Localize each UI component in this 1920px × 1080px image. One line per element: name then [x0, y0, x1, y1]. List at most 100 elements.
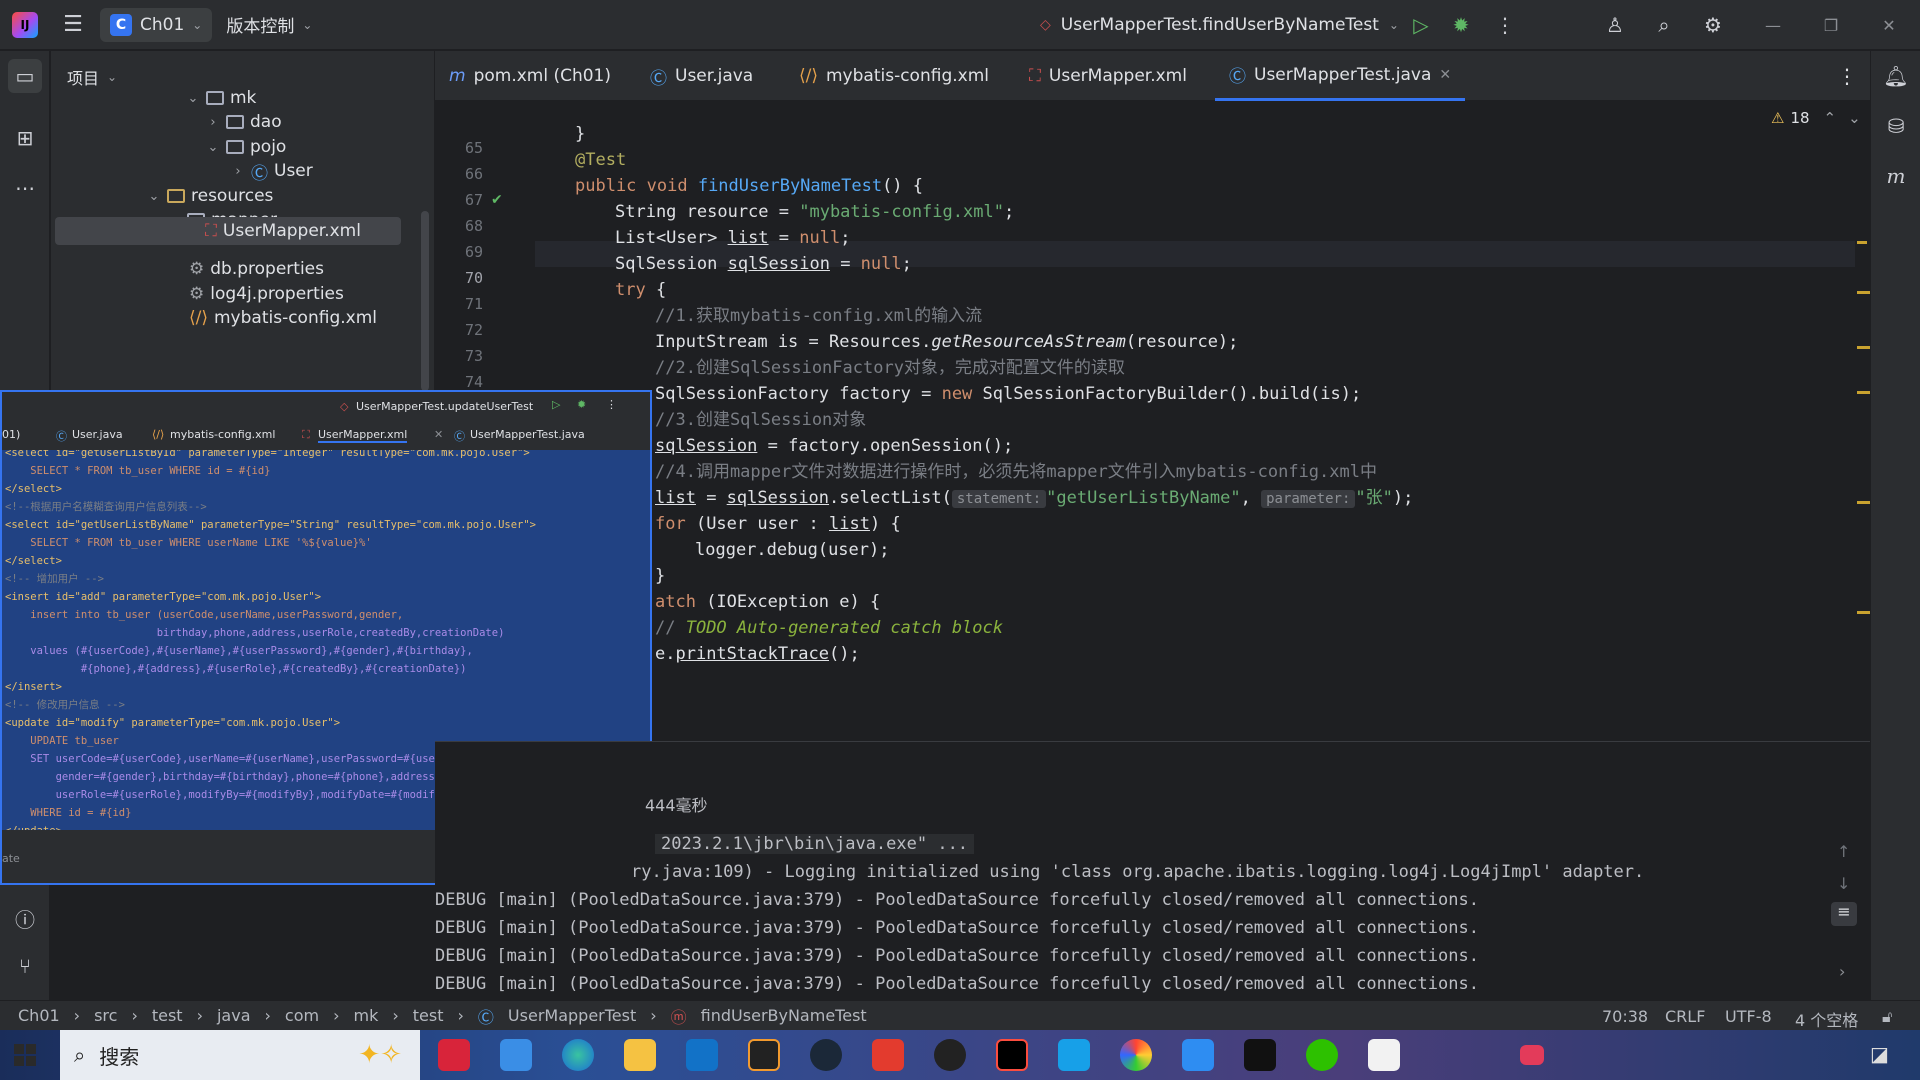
maven-icon[interactable]: m	[1879, 159, 1913, 193]
warning-count: 18	[1790, 109, 1810, 127]
minimize-icon[interactable]: —	[1760, 12, 1786, 38]
popup-tab[interactable]: UserMapperTest.java	[470, 428, 585, 441]
project-selector[interactable]: C Ch01 ⌄	[100, 7, 213, 42]
tab-usermapper-xml[interactable]: ⛶ UserMapper.xml	[1029, 51, 1187, 101]
popup-run-config[interactable]: UserMapperTest.updateUserTest	[356, 400, 533, 413]
structure-icon[interactable]: ⊞	[8, 121, 42, 155]
package-icon	[206, 91, 224, 105]
tree-item-usermapper-xml[interactable]: ⛶ UserMapper.xml	[55, 217, 401, 245]
database-icon[interactable]: ⛁	[1879, 109, 1913, 143]
qq-icon[interactable]	[934, 1039, 966, 1071]
class-icon: Ⓒ	[1229, 67, 1246, 87]
wps-icon[interactable]	[872, 1039, 904, 1071]
log-line: DEBUG [main] (PooledDataSource.java:379)…	[435, 918, 1479, 938]
chevron-right-icon[interactable]: ›	[1839, 962, 1845, 981]
tiktok-icon[interactable]	[1244, 1039, 1276, 1071]
line-separator[interactable]: CRLF	[1665, 1007, 1705, 1026]
class-icon: Ⓒ	[56, 430, 67, 443]
app-icon[interactable]	[1368, 1039, 1400, 1071]
file-explorer-icon[interactable]	[624, 1039, 656, 1071]
inspection-widget[interactable]: ⚠ 18 ⌃ ⌄	[1771, 109, 1861, 127]
debug-icon[interactable]: ✹	[1448, 12, 1474, 38]
indent-setting[interactable]: 4 个空格	[1795, 1007, 1858, 1031]
app-icon[interactable]	[1120, 1039, 1152, 1071]
outlook-icon[interactable]	[686, 1039, 718, 1071]
popup-footer: ate	[2, 852, 20, 865]
close-tab-icon[interactable]: ✕	[1439, 67, 1451, 83]
tab-pom-xml[interactable]: m pom.xml (Ch01)	[449, 51, 611, 101]
tab-mybatis-config[interactable]: ⟨/⟩ mybatis-config.xml	[799, 51, 989, 101]
tree-item-user[interactable]: › Ⓒ User	[231, 157, 312, 185]
properties-icon: ⚙	[189, 284, 205, 304]
add-user-icon[interactable]: ♙	[1602, 12, 1628, 38]
breadcrumb-item[interactable]: UserMapperTest	[508, 1006, 636, 1025]
intellij-icon[interactable]	[996, 1039, 1028, 1071]
caret-position[interactable]: 70:38	[1602, 1007, 1648, 1026]
popup-tab[interactable]: 01)	[2, 428, 20, 441]
resources-folder-icon	[167, 189, 185, 203]
popup-tab[interactable]: mybatis-config.xml	[170, 428, 275, 441]
debug-icon[interactable]: ✹	[577, 398, 586, 411]
tabs-more-icon[interactable]: ⋮	[1837, 51, 1857, 101]
notification-center-icon[interactable]: ◪	[1870, 1042, 1889, 1066]
project-panel-header[interactable]: 项目 ⌄	[67, 65, 117, 89]
notifications-icon[interactable]: 🔔︎	[1879, 59, 1913, 93]
code-editor[interactable]: } @Test public void findUserByNameTest()…	[575, 101, 1775, 691]
app-icon[interactable]	[1182, 1039, 1214, 1071]
breadcrumb-item[interactable]: com	[285, 1006, 319, 1025]
breadcrumb-item[interactable]: test	[413, 1006, 444, 1025]
maximize-icon[interactable]: ❐	[1818, 12, 1844, 38]
wechat-icon[interactable]	[1306, 1039, 1338, 1071]
scroll-down-icon[interactable]: ↓	[1837, 874, 1850, 893]
tree-item-db-properties[interactable]: ⚙ db.properties	[189, 255, 324, 283]
popup-tab[interactable]: User.java	[72, 428, 123, 441]
breadcrumb-item[interactable]: src	[94, 1006, 117, 1025]
file-encoding[interactable]: UTF-8	[1725, 1007, 1772, 1026]
lock-icon[interactable]: 🔓︎	[1882, 1007, 1892, 1027]
start-icon[interactable]	[14, 1044, 36, 1066]
git-icon[interactable]: ⑂	[8, 949, 42, 983]
tree-item-dao[interactable]: › dao	[206, 108, 281, 136]
run-icon[interactable]: ▷	[552, 398, 560, 411]
tree-item-mybatis-config[interactable]: ⟨/⟩ mybatis-config.xml	[189, 304, 377, 332]
problems-icon[interactable]: ⓘ	[8, 901, 42, 935]
scroll-up-icon[interactable]: ↑	[1837, 842, 1850, 861]
breadcrumb-item[interactable]: mk	[354, 1006, 379, 1025]
close-tab-icon[interactable]: ✕	[434, 428, 443, 441]
close-window-icon[interactable]: ✕	[1876, 12, 1902, 38]
breadcrumb-item[interactable]: java	[217, 1006, 251, 1025]
tab-user-java[interactable]: Ⓒ User.java	[650, 51, 753, 101]
popup-tab-active[interactable]: UserMapper.xml	[318, 428, 408, 443]
log-line: ry.java:109) - Logging initialized using…	[631, 862, 1645, 882]
editor-scrollbar[interactable]	[1855, 141, 1871, 691]
edge-icon[interactable]	[562, 1039, 594, 1071]
vcs-menu[interactable]: 版本控制 ⌄	[226, 12, 312, 37]
app-icon[interactable]	[500, 1039, 532, 1071]
tab-label: UserMapper.xml	[1048, 66, 1187, 86]
run-configuration-selector[interactable]: ◇ UserMapperTest.findUserByNameTest ⌄	[1040, 0, 1399, 50]
intellij-logo-icon[interactable]: IJ	[12, 11, 38, 38]
run-test-gutter-icon[interactable]: ✔	[491, 192, 503, 208]
breadcrumb-item[interactable]: findUserByNameTest	[701, 1006, 867, 1025]
taskbar-search[interactable]: ⌕ 搜索 ✦✧	[60, 1030, 420, 1080]
app-icon[interactable]	[438, 1039, 470, 1071]
more-actions-icon[interactable]: ⋮	[606, 398, 617, 411]
more-actions-icon[interactable]: ⋮	[1492, 12, 1518, 38]
settings-gear-icon[interactable]: ⚙	[1700, 12, 1726, 38]
run-icon[interactable]: ▷	[1408, 12, 1434, 38]
project-tool-icon[interactable]: ▭	[8, 59, 42, 93]
search-icon[interactable]: ⌕	[1651, 12, 1677, 38]
breadcrumb-item[interactable]: test	[152, 1006, 183, 1025]
mybatis-icon: ⛶	[205, 221, 217, 241]
tray-icon[interactable]	[1520, 1045, 1544, 1065]
tree-scrollbar[interactable]	[421, 211, 429, 391]
soft-wrap-icon[interactable]: ≡	[1831, 902, 1857, 926]
tab-usermappertest-java[interactable]: Ⓒ UserMapperTest.java ✕	[1215, 51, 1466, 101]
more-tools-icon[interactable]: ⋯	[8, 171, 42, 205]
main-menu-icon[interactable]: ☰	[60, 12, 86, 37]
app-icon[interactable]	[1058, 1039, 1090, 1071]
app-icon[interactable]	[748, 1039, 780, 1071]
steam-icon[interactable]	[810, 1039, 842, 1071]
breadcrumb-item[interactable]: Ch01	[18, 1006, 60, 1025]
line-number: 73	[464, 347, 483, 365]
